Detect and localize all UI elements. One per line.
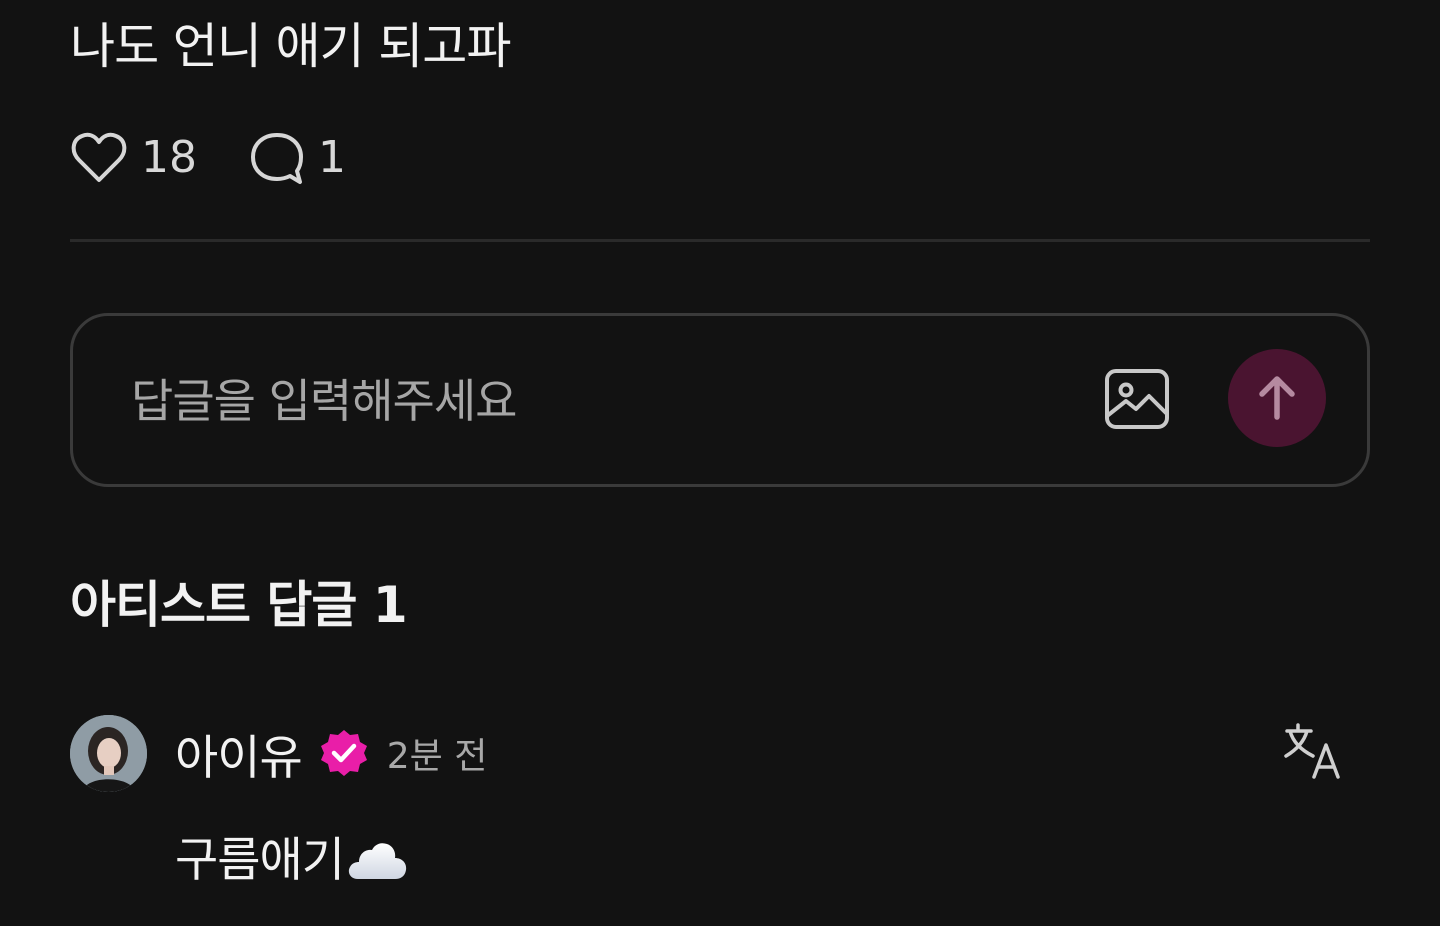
post-text: 나도 언니 애기 되고파 [70,18,511,75]
divider [70,239,1370,242]
artist-replies-title: 아티스트 답글 1 [70,576,408,634]
reply-input[interactable] [131,366,1031,436]
send-button[interactable] [1228,349,1326,447]
translate-icon [1284,723,1340,779]
verified-badge-icon [320,730,367,776]
post-stats: 18 1 [70,128,346,188]
reply-text: 구름애기 [175,828,408,894]
comment-icon [251,133,303,184]
comment-button[interactable]: 1 [249,131,346,185]
like-button[interactable]: 18 [70,132,197,184]
comment-count: 1 [318,132,346,183]
reply-time: 2분 전 [386,736,488,777]
like-count: 18 [141,132,197,183]
avatar[interactable] [70,715,147,792]
avatar-image [70,715,147,792]
cloud-icon [348,843,407,879]
image-upload-button[interactable] [1104,368,1170,430]
reply-box [70,313,1370,487]
reply-header: 아이유 2분 전 [175,722,488,786]
author-name[interactable]: 아이유 [175,719,303,788]
heart-icon [71,132,127,182]
reply-text-content: 구름애기 [175,833,345,888]
arrow-up-icon [1259,376,1295,420]
translate-button[interactable] [1284,722,1346,782]
image-icon [1105,369,1169,429]
